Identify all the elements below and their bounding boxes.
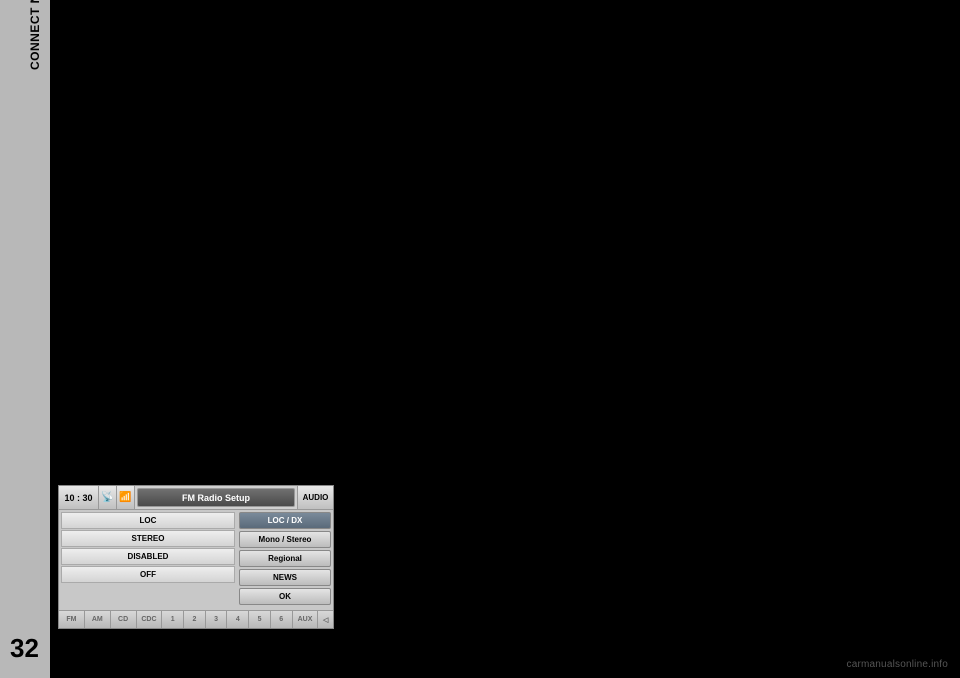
preset-2-button[interactable]: 2 <box>184 611 206 628</box>
preset-4-button[interactable]: 4 <box>227 611 249 628</box>
panel-header: 10 : 30 📡 📶 FM Radio Setup AUDIO <box>59 486 333 510</box>
clock-display: 10 : 30 <box>59 486 99 509</box>
fm-radio-setup-panel: 10 : 30 📡 📶 FM Radio Setup AUDIO LOC STE… <box>58 485 334 629</box>
vertical-section-label: CONNECT Nav+ <box>28 0 42 70</box>
satellite-icon: 📡 <box>99 486 117 509</box>
panel-body: LOC STEREO DISABLED OFF LOC / DX Mono / … <box>59 510 333 610</box>
value-column: LOC STEREO DISABLED OFF <box>61 512 235 608</box>
signal-icon: 📶 <box>117 486 135 509</box>
preset-5-button[interactable]: 5 <box>249 611 271 628</box>
setting-value: DISABLED <box>61 548 235 565</box>
regional-button[interactable]: Regional <box>239 550 331 567</box>
news-button[interactable]: NEWS <box>239 569 331 586</box>
watermark-text: carmanualsonline.info <box>847 659 948 670</box>
preset-6-button[interactable]: 6 <box>271 611 293 628</box>
fm-button[interactable]: FM <box>59 611 85 628</box>
setting-value: OFF <box>61 566 235 583</box>
panel-title: FM Radio Setup <box>137 488 295 507</box>
preset-3-button[interactable]: 3 <box>206 611 228 628</box>
button-column: LOC / DX Mono / Stereo Regional NEWS OK <box>235 512 331 608</box>
cdc-button[interactable]: CDC <box>137 611 163 628</box>
aux-button[interactable]: AUX <box>293 611 319 628</box>
setting-value: LOC <box>61 512 235 529</box>
cd-button[interactable]: CD <box>111 611 137 628</box>
left-sidebar: CONNECT Nav+ 32 <box>0 0 50 678</box>
ok-button[interactable]: OK <box>239 588 331 605</box>
preset-1-button[interactable]: 1 <box>162 611 184 628</box>
panel-footer: FM AM CD CDC 1 2 3 4 5 6 AUX ◁ <box>59 610 333 628</box>
setting-value: STEREO <box>61 530 235 547</box>
mono-stereo-button[interactable]: Mono / Stereo <box>239 531 331 548</box>
am-button[interactable]: AM <box>85 611 111 628</box>
page-number: 32 <box>10 633 39 664</box>
audio-button[interactable]: AUDIO <box>297 486 333 509</box>
back-icon[interactable]: ◁ <box>318 611 333 628</box>
loc-dx-button[interactable]: LOC / DX <box>239 512 331 529</box>
